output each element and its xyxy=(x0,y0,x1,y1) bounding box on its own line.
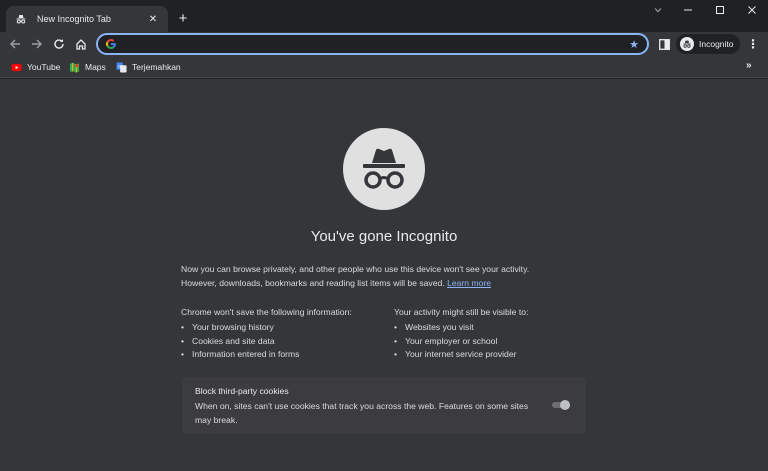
bookmark-label: Maps xyxy=(85,62,106,72)
forward-button[interactable] xyxy=(28,35,46,53)
address-input[interactable] xyxy=(122,36,627,52)
list-item: Websites you visit xyxy=(394,321,528,335)
bookmarks-overflow-icon[interactable]: » xyxy=(746,60,752,71)
youtube-icon xyxy=(10,61,22,73)
intro-text: Now you can browse privately, and other … xyxy=(181,262,601,290)
intro-line-2-text: However, downloads, bookmarks and readin… xyxy=(181,278,445,288)
not-saved-list: Chrome won't save the following informat… xyxy=(181,305,352,362)
tab-new-incognito[interactable]: New Incognito Tab ✕ xyxy=(6,6,168,32)
tab-title: New Incognito Tab xyxy=(37,14,111,24)
incognito-hero-icon xyxy=(343,128,425,210)
list-item: Your internet service provider xyxy=(394,348,528,362)
minimize-icon[interactable] xyxy=(642,0,674,20)
back-button[interactable] xyxy=(6,35,24,53)
cookies-title: Block third-party cookies xyxy=(195,386,289,396)
incognito-profile-button[interactable]: Incognito xyxy=(676,34,740,54)
close-window-button[interactable] xyxy=(736,0,768,20)
page-title: You've gone Incognito xyxy=(310,228,458,245)
bookmark-label: Terjemahkan xyxy=(132,62,181,72)
intro-line-1: Now you can browse privately, and other … xyxy=(181,264,530,274)
bookmark-translate[interactable]: G Terjemahkan xyxy=(115,60,181,74)
profile-label: Incognito xyxy=(699,39,734,49)
learn-more-link[interactable]: Learn more xyxy=(447,278,491,288)
incognito-icon xyxy=(14,12,28,26)
list-item: Your employer or school xyxy=(394,335,528,349)
title-bold: might xyxy=(442,307,464,317)
still-visible-title: Your activity might still be visible to: xyxy=(394,305,528,319)
address-bar[interactable]: ★ xyxy=(96,33,649,55)
minimize-window-button[interactable] xyxy=(672,0,704,20)
title-part: still be visible to: xyxy=(463,307,529,317)
list-item: Cookies and site data xyxy=(181,335,352,349)
svg-text:G: G xyxy=(117,63,121,68)
toggle-knob xyxy=(560,400,570,410)
incognito-page: You've gone Incognito Now you can browse… xyxy=(0,79,768,471)
home-button[interactable] xyxy=(72,35,90,53)
menu-kebab-icon[interactable]: ⋮ xyxy=(746,35,760,53)
side-panel-icon[interactable] xyxy=(656,36,672,52)
title-part: Your activity xyxy=(394,307,443,317)
list-item: Information entered in forms xyxy=(181,348,352,362)
bookmark-star-icon[interactable]: ★ xyxy=(627,37,641,51)
reload-button[interactable] xyxy=(50,35,68,53)
still-visible-list: Your activity might still be visible to:… xyxy=(394,305,528,362)
tab-close-icon[interactable]: ✕ xyxy=(146,12,160,26)
block-cookies-toggle[interactable] xyxy=(550,400,572,410)
maps-icon xyxy=(68,61,80,73)
new-tab-button[interactable]: + xyxy=(174,9,192,27)
bookmark-maps[interactable]: Maps xyxy=(68,60,106,74)
translate-icon: G xyxy=(115,61,127,73)
google-icon xyxy=(104,37,118,51)
bookmark-label: YouTube xyxy=(27,62,61,72)
bookmarks-bar: YouTube Maps G Terjemahkan » xyxy=(0,56,768,78)
cookies-description: When on, sites can't use cookies that tr… xyxy=(195,401,529,425)
bookmark-youtube[interactable]: YouTube xyxy=(10,60,60,74)
intro-line-2: However, downloads, bookmarks and readin… xyxy=(181,276,601,290)
maximize-window-button[interactable] xyxy=(704,0,736,20)
incognito-avatar-icon xyxy=(680,37,694,51)
title-bar: New Incognito Tab ✕ + xyxy=(0,0,768,32)
not-saved-title: Chrome won't save the following informat… xyxy=(181,307,352,317)
toolbar: ★ Incognito ⋮ xyxy=(0,32,768,56)
list-item: Your browsing history xyxy=(181,321,352,335)
third-party-cookies-card: Block third-party cookies When on, sites… xyxy=(182,377,586,434)
